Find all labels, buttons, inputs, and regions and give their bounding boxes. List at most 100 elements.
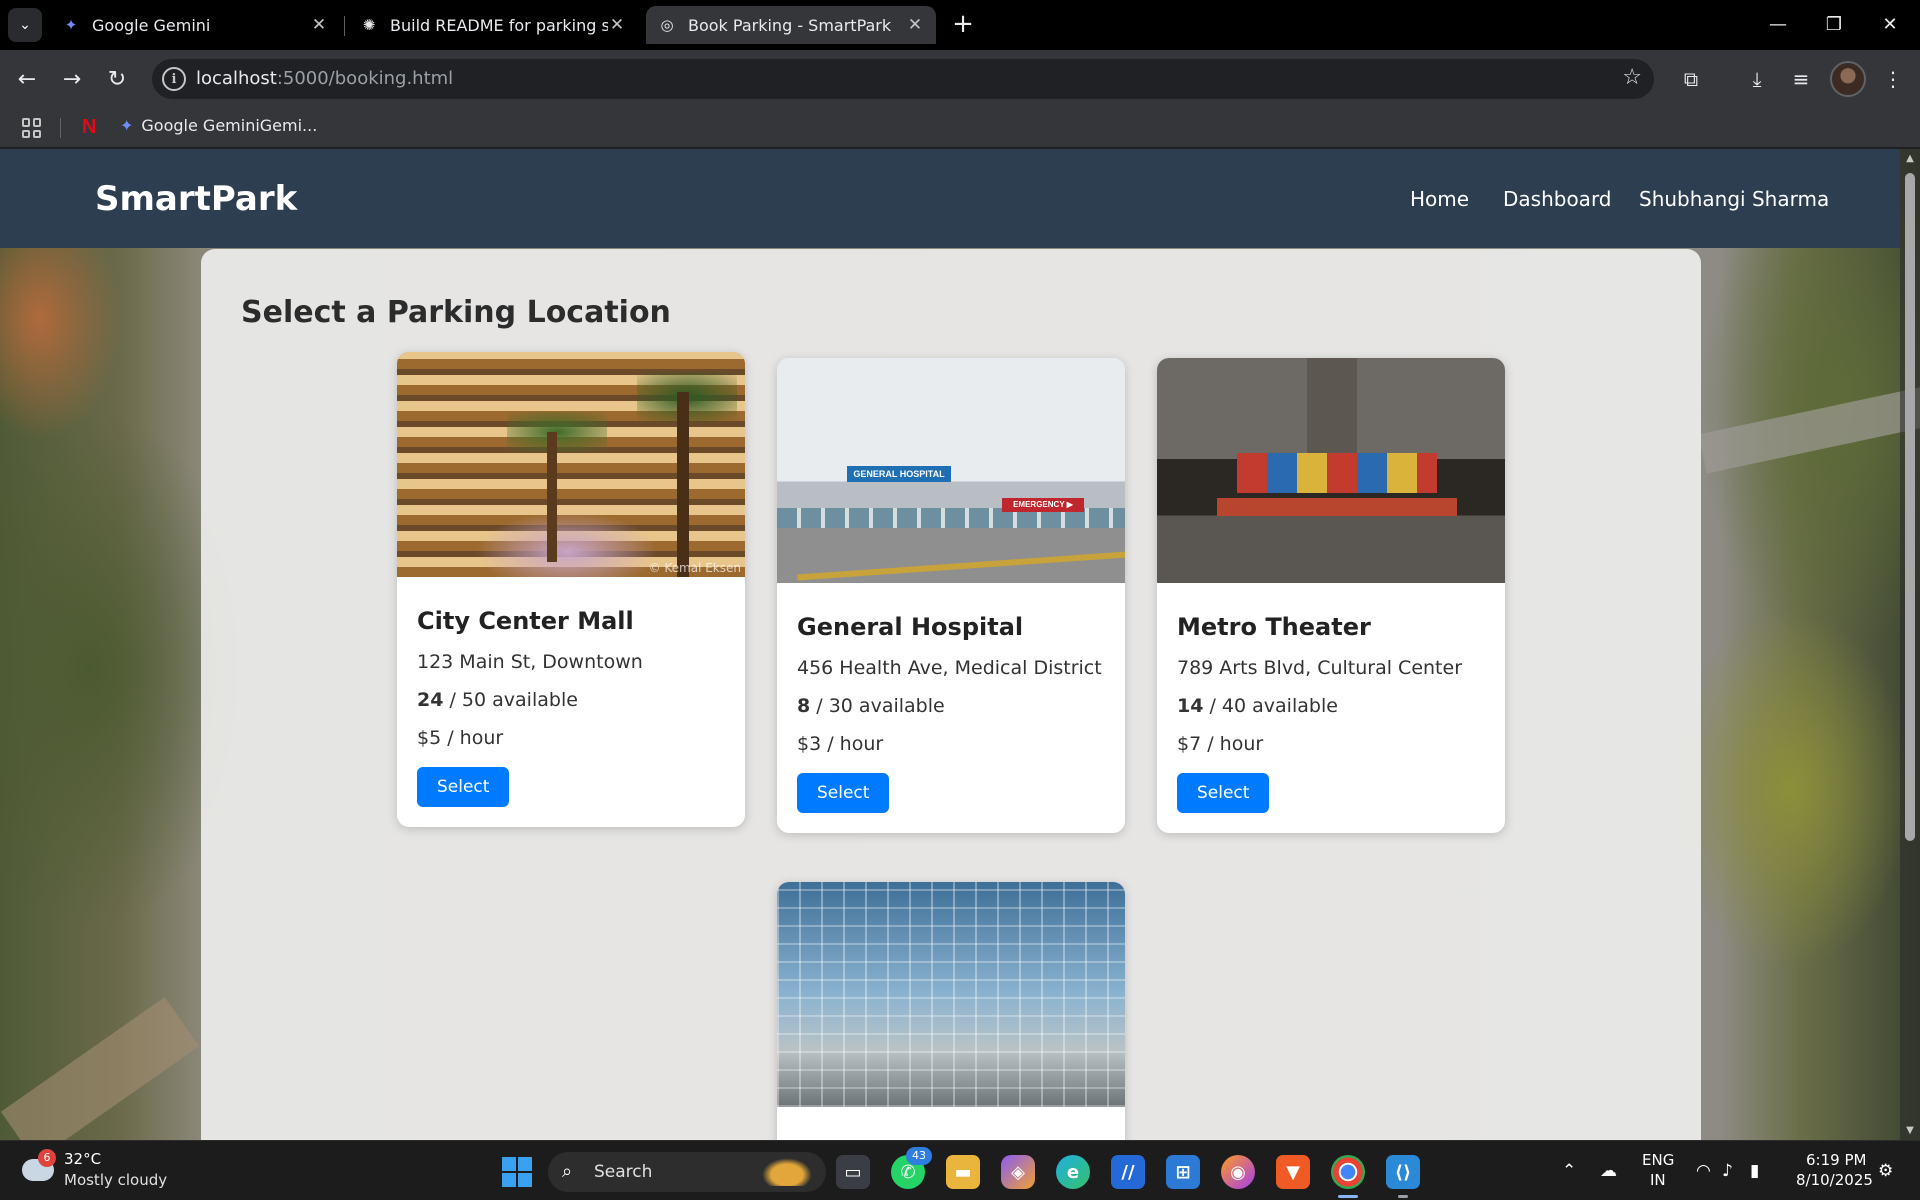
download-icon[interactable]: ⤓ (1740, 62, 1774, 96)
tab-title: Build README for parking syste (390, 15, 608, 35)
url-host: localhost (196, 68, 277, 89)
url-path: :5000/booking.html (276, 68, 454, 89)
tab-build-readme[interactable]: ✺ Build README for parking syste ✕ (348, 6, 638, 44)
booking-panel: Select a Parking Location © Kemal Eksen … (201, 249, 1701, 1140)
reload-button[interactable]: ↻ (100, 62, 134, 96)
browser-toolbar: ← → ↻ i localhost:5000/booking.html ☆ ⧉ … (0, 50, 1920, 108)
total-spots: / 50 available (443, 689, 578, 711)
location-name: General Hospital (797, 613, 1024, 641)
select-button[interactable]: Select (797, 773, 890, 813)
language-line2[interactable]: IN (1650, 1171, 1666, 1189)
new-tab-button[interactable]: + (948, 10, 978, 40)
microsoft-store-icon[interactable]: ⊞ (1166, 1155, 1200, 1189)
gemini-icon: ✦ (64, 16, 78, 34)
page-title: Select a Parking Location (241, 295, 671, 330)
mall-photo: © Kemal Eksen (397, 352, 745, 577)
chrome-icon[interactable] (1331, 1155, 1365, 1189)
notification-icon[interactable]: ⚙ (1878, 1161, 1893, 1181)
search-highlight-icon (762, 1158, 812, 1186)
brand-logo[interactable]: SmartPark (95, 179, 297, 219)
url-text[interactable]: localhost:5000/booking.html (196, 68, 453, 89)
close-window-button[interactable]: ✕ (1862, 0, 1918, 48)
minimize-button[interactable]: — (1750, 0, 1806, 48)
close-icon[interactable]: ✕ (906, 15, 924, 35)
globe-icon: ◎ (660, 16, 674, 34)
profile-avatar[interactable] (1830, 61, 1866, 97)
edge-icon[interactable]: e (1056, 1155, 1090, 1189)
nav-link-home[interactable]: Home (1410, 187, 1469, 211)
site-navbar: SmartPark Home Dashboard Shubhangi Sharm… (0, 149, 1900, 248)
weather-description[interactable]: Mostly cloudy (64, 1171, 167, 1189)
clock-time[interactable]: 6:19 PM (1806, 1151, 1866, 1169)
running-app-indicator (1398, 1195, 1408, 1198)
tab-search-button[interactable]: ⌄ (8, 8, 42, 42)
task-view-icon[interactable]: ▭ (836, 1155, 870, 1189)
windows-start-icon[interactable] (502, 1157, 532, 1187)
tab-book-parking[interactable]: ◎ Book Parking - SmartPark ✕ (646, 6, 936, 44)
location-address: 789 Arts Blvd, Cultural Center (1177, 657, 1462, 679)
taskbar-search[interactable]: ⌕ Search (548, 1152, 826, 1192)
close-icon[interactable]: ✕ (608, 15, 626, 35)
extensions-icon[interactable]: ⧉ (1674, 62, 1708, 96)
nav-link-user[interactable]: Shubhangi Sharma (1639, 187, 1829, 211)
whatsapp-badge: 43 (906, 1147, 932, 1165)
palm-trunk (547, 432, 557, 562)
search-icon: ⌕ (562, 1161, 573, 1182)
media-control-icon[interactable]: ≡ (1784, 62, 1818, 96)
select-button[interactable]: Select (417, 767, 510, 807)
page-scrollbar[interactable]: ▲ ▼ (1900, 149, 1920, 1140)
bookmark-label: Google GeminiGemi... (141, 116, 318, 135)
bookmark-gemini[interactable]: ✦ Google GeminiGemi... (120, 116, 317, 135)
hospital-sign: GENERAL HOSPITAL (847, 466, 951, 482)
vscode-icon[interactable]: ⟨⟩ (1386, 1155, 1420, 1189)
location-price: $5 / hour (417, 727, 504, 749)
site-info-icon[interactable]: i (162, 67, 186, 91)
battery-icon[interactable]: ▮ (1750, 1161, 1759, 1181)
apps-grid-icon[interactable] (22, 118, 42, 138)
location-address: 456 Health Ave, Medical District (797, 657, 1102, 679)
location-card: GENERAL HOSPITAL EMERGENCY ▶ General Hos… (777, 358, 1125, 833)
select-button[interactable]: Select (1177, 773, 1270, 813)
nav-link-dashboard[interactable]: Dashboard (1503, 187, 1612, 211)
scroll-down-arrow[interactable]: ▼ (1904, 1125, 1916, 1136)
hospital-photo: GENERAL HOSPITAL EMERGENCY ▶ (777, 358, 1125, 583)
bookmark-star-icon[interactable]: ☆ (1622, 65, 1642, 90)
scroll-up-arrow[interactable]: ▲ (1904, 153, 1916, 164)
firefox-icon[interactable]: ◉ (1221, 1155, 1255, 1189)
back-button[interactable]: ← (10, 62, 44, 96)
location-name: City Center Mall (417, 607, 634, 635)
file-explorer-icon[interactable]: ▬ (946, 1155, 980, 1189)
tab-title: Google Gemini (92, 15, 211, 35)
close-icon[interactable]: ✕ (310, 15, 328, 35)
transit-station-photo (777, 882, 1125, 1107)
tab-google-gemini[interactable]: ✦ Google Gemini ✕ (50, 6, 340, 44)
bookmarks-bar: N ✦ Google GeminiGemi... (0, 108, 1920, 148)
netflix-icon[interactable]: N (82, 116, 96, 139)
restore-button[interactable]: ❐ (1806, 0, 1862, 48)
openai-icon: ✺ (362, 16, 376, 34)
address-bar[interactable]: i localhost:5000/booking.html ☆ (152, 59, 1654, 99)
language-line1[interactable]: ENG (1642, 1151, 1674, 1169)
location-name: Metro Theater (1177, 613, 1371, 641)
search-label: Search (594, 1162, 653, 1182)
forward-button[interactable]: → (55, 62, 89, 96)
chevron-up-icon[interactable]: ⌃ (1562, 1161, 1576, 1181)
location-price: $3 / hour (797, 733, 884, 755)
road-marking (797, 551, 1125, 581)
clock-date[interactable]: 8/10/2025 (1796, 1171, 1873, 1189)
menu-kebab-icon[interactable]: ⋮ (1876, 62, 1910, 96)
cloud-off-icon[interactable]: ☁ (1600, 1161, 1617, 1181)
brave-icon[interactable]: ▼ (1276, 1155, 1310, 1189)
volume-icon[interactable]: ♪ (1722, 1161, 1733, 1181)
photo-watermark: © Kemal Eksen (648, 561, 741, 575)
weather-temperature[interactable]: 32°C (64, 1150, 101, 1168)
emergency-sign: EMERGENCY ▶ (1002, 498, 1084, 512)
location-card: © Kemal Eksen City Center Mall 123 Main … (397, 352, 745, 827)
browser-tabstrip: ⌄ ✦ Google Gemini ✕ ✺ Build README for p… (0, 0, 1920, 50)
wifi-icon[interactable]: ◠ (1696, 1161, 1711, 1181)
copilot-icon[interactable]: ◈ (1001, 1155, 1035, 1189)
location-price: $7 / hour (1177, 733, 1264, 755)
remote-desktop-icon[interactable]: // (1111, 1155, 1145, 1189)
location-availability: 8 / 30 available (797, 695, 1105, 717)
scroll-thumb[interactable] (1905, 173, 1915, 841)
